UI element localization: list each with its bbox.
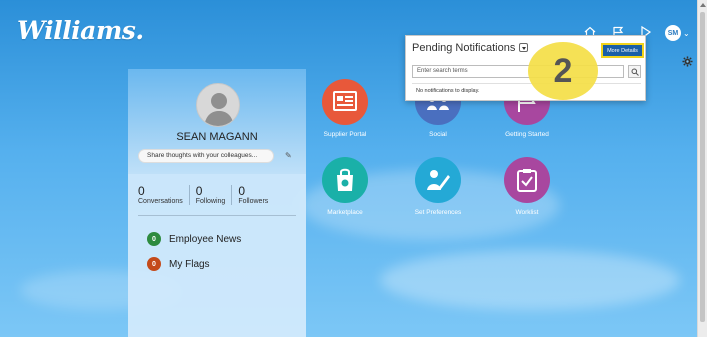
dropdown-icon[interactable] bbox=[519, 42, 529, 52]
stat-label: Conversations bbox=[138, 198, 183, 205]
stat-followers[interactable]: 0 Followers bbox=[238, 184, 274, 206]
link-label: Employee News bbox=[169, 233, 242, 245]
tile-set-preferences[interactable]: Set Preferences bbox=[403, 157, 473, 216]
profile-name: SEAN MAGANN bbox=[176, 131, 258, 143]
search-button[interactable] bbox=[628, 65, 641, 78]
user-avatar[interactable]: SM bbox=[665, 25, 681, 41]
worklist-icon bbox=[504, 157, 550, 203]
chevron-down-icon[interactable]: ⌄ bbox=[683, 29, 690, 38]
williams-logo[interactable]: Williams. bbox=[17, 16, 144, 45]
stat-conversations[interactable]: 0 Conversations bbox=[138, 185, 190, 205]
cloud bbox=[380, 250, 680, 310]
scroll-up-icon[interactable] bbox=[700, 3, 706, 7]
stat-following[interactable]: 0 Following bbox=[196, 185, 233, 205]
stat-value: 0 bbox=[195, 184, 203, 198]
marketplace-icon bbox=[322, 157, 368, 203]
stat-value: 0 bbox=[138, 184, 145, 198]
notifications-popup: Pending Notifications More Details Enter… bbox=[405, 35, 646, 101]
popup-title: Pending Notifications bbox=[412, 42, 529, 54]
count-badge: 0 bbox=[147, 232, 161, 246]
gear-icon[interactable] bbox=[682, 56, 693, 67]
stat-label: Following bbox=[195, 198, 226, 205]
link-my-flags[interactable]: 0 My Flags bbox=[147, 257, 210, 271]
profile-stats: 0 Conversations 0 Following 0 Followers bbox=[138, 185, 280, 205]
tile-label: Getting Started bbox=[505, 131, 549, 138]
springboard: Williams. SM ⌄ SEAN MAGANN Share thought… bbox=[0, 0, 697, 337]
tile-label: Marketplace bbox=[327, 209, 363, 216]
tile-label: Worklist bbox=[515, 209, 539, 216]
count-badge: 0 bbox=[147, 257, 161, 271]
tile-marketplace[interactable]: Marketplace bbox=[310, 157, 380, 216]
search-icon bbox=[631, 68, 639, 76]
divider bbox=[412, 83, 641, 84]
preferences-icon bbox=[415, 157, 461, 203]
link-label: My Flags bbox=[169, 258, 210, 270]
tile-worklist[interactable]: Worklist bbox=[492, 157, 562, 216]
share-thoughts-input[interactable]: Share thoughts with your colleagues... bbox=[138, 149, 274, 163]
profile-card: SEAN MAGANN Share thoughts with your col… bbox=[128, 69, 306, 337]
popup-title-text: Pending Notifications bbox=[412, 42, 516, 54]
tile-supplier-portal[interactable]: Supplier Portal bbox=[310, 79, 380, 138]
stat-value: 0 bbox=[238, 184, 246, 198]
more-details-button[interactable]: More Details bbox=[601, 43, 644, 58]
empty-message: No notifications to display. bbox=[416, 88, 480, 94]
link-employee-news[interactable]: 0 Employee News bbox=[147, 232, 241, 246]
person-icon bbox=[204, 93, 234, 126]
stat-label: Followers bbox=[238, 198, 269, 205]
divider bbox=[138, 215, 296, 216]
scrollbar[interactable] bbox=[697, 0, 707, 337]
tile-label: Social bbox=[429, 131, 447, 138]
step-marker: 2 bbox=[528, 42, 598, 100]
share-icon[interactable]: ✎ bbox=[285, 151, 292, 160]
tile-label: Supplier Portal bbox=[323, 131, 367, 138]
profile-photo[interactable] bbox=[196, 83, 240, 127]
scrollbar-thumb[interactable] bbox=[700, 12, 705, 322]
tile-label: Set Preferences bbox=[414, 209, 462, 216]
supplier-portal-icon bbox=[322, 79, 368, 125]
